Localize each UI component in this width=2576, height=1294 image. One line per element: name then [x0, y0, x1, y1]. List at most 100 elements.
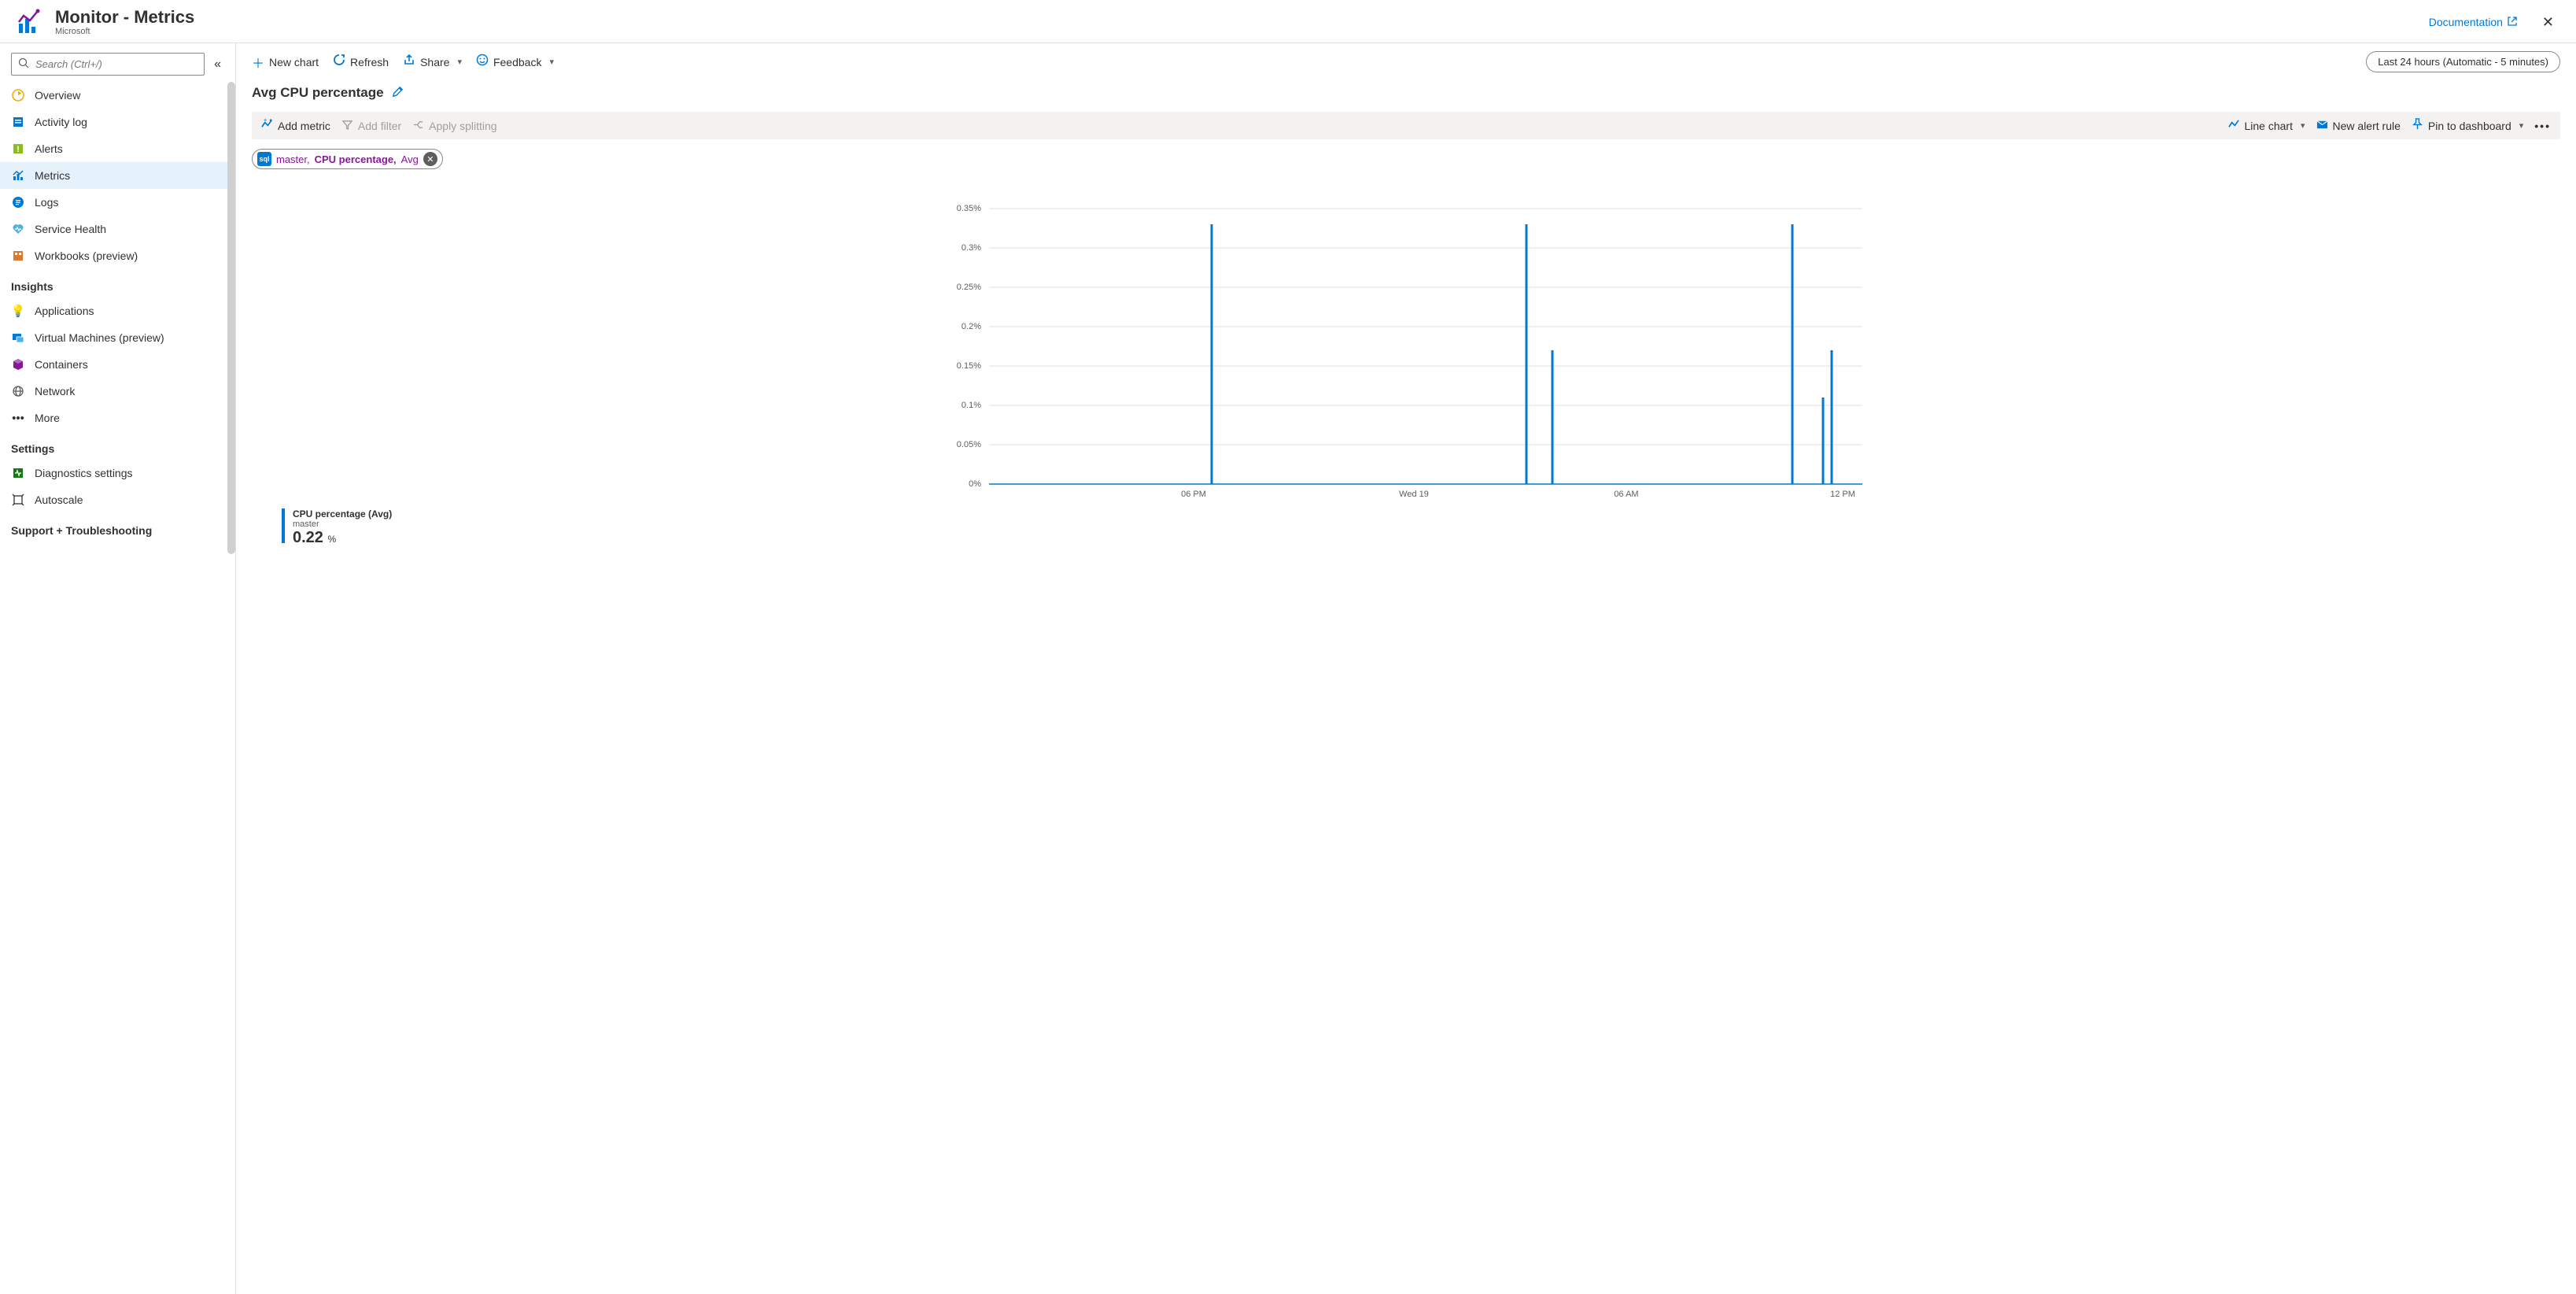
section-settings: Settings — [0, 431, 235, 460]
vm-icon — [11, 331, 25, 345]
add-metric-icon: + — [261, 118, 273, 133]
nav-virtual-machines[interactable]: Virtual Machines (preview) — [0, 324, 235, 351]
alerts-icon: ! — [11, 142, 25, 156]
page-subtitle: Microsoft — [55, 27, 194, 36]
nav-alerts[interactable]: ! Alerts — [0, 135, 235, 162]
search-input-wrapper[interactable] — [11, 53, 205, 76]
health-icon — [11, 222, 25, 236]
svg-text:0.15%: 0.15% — [957, 361, 981, 371]
time-range-picker[interactable]: Last 24 hours (Automatic - 5 minutes) — [2366, 51, 2560, 72]
svg-text:12 PM: 12 PM — [1830, 490, 1855, 498]
chart: 0.35% 0.3% 0.25% 0.2% 0.15% 0.1% 0.05% 0… — [252, 199, 2560, 501]
chart-svg: 0.35% 0.3% 0.25% 0.2% 0.15% 0.1% 0.05% 0… — [252, 199, 2560, 498]
svg-text:0.05%: 0.05% — [957, 440, 981, 449]
nav-label: Metrics — [35, 169, 70, 182]
svg-text:0.25%: 0.25% — [957, 283, 981, 292]
svg-text:0.35%: 0.35% — [957, 204, 981, 213]
documentation-link[interactable]: Documentation — [2429, 16, 2517, 28]
filter-icon — [341, 119, 353, 133]
metrics-icon — [11, 168, 25, 183]
containers-icon — [11, 357, 25, 372]
search-input[interactable] — [35, 58, 197, 70]
sidebar-scrollbar[interactable] — [227, 82, 235, 554]
autoscale-icon — [11, 493, 25, 507]
search-icon — [18, 57, 29, 71]
toolbar: ＋ New chart Refresh Share — [236, 43, 2576, 80]
workbooks-icon — [11, 249, 25, 263]
nav-service-health[interactable]: Service Health — [0, 216, 235, 242]
svg-text:!: ! — [17, 145, 20, 154]
chip-aggregation: Avg — [401, 153, 419, 165]
pin-dashboard-button[interactable]: Pin to dashboard — [2412, 118, 2523, 133]
chip-metric: CPU percentage, — [315, 153, 397, 165]
svg-text:0.2%: 0.2% — [961, 322, 981, 331]
alert-icon — [2316, 118, 2328, 133]
new-chart-button[interactable]: ＋ New chart — [252, 53, 319, 72]
nav-label: Workbooks (preview) — [35, 250, 138, 262]
legend-series-name: CPU percentage (Avg) — [293, 508, 392, 519]
nav-label: Containers — [35, 358, 88, 371]
nav-metrics[interactable]: Metrics — [0, 162, 235, 189]
legend-value: 0.22 % — [293, 529, 392, 547]
sidebar: « Overview Activity log — [0, 43, 236, 1294]
sql-icon: sql — [257, 152, 271, 166]
nav-network[interactable]: Network — [0, 378, 235, 405]
add-filter-button[interactable]: Add filter — [341, 119, 401, 133]
nav-logs[interactable]: Logs — [0, 189, 235, 216]
line-chart-icon — [2228, 118, 2240, 133]
nav-label: More — [35, 412, 60, 424]
refresh-button[interactable]: Refresh — [333, 54, 389, 70]
legend-resource: master — [293, 519, 392, 529]
chip-remove-button[interactable]: ✕ — [423, 152, 437, 166]
applications-icon: 💡 — [11, 304, 25, 318]
nav-label: Diagnostics settings — [35, 467, 133, 479]
section-support: Support + Troubleshooting — [0, 513, 235, 542]
nav-applications[interactable]: 💡 Applications — [0, 298, 235, 324]
split-icon — [412, 119, 424, 133]
section-insights: Insights — [0, 269, 235, 298]
nav-label: Network — [35, 385, 75, 397]
chart-legend: CPU percentage (Avg) master 0.22 % — [252, 508, 2560, 547]
nav-label: Overview — [35, 89, 80, 102]
svg-text:Wed 19: Wed 19 — [1399, 490, 1429, 498]
nav-label: Applications — [35, 305, 94, 317]
metric-toolbar: + Add metric Add filter A — [252, 112, 2560, 139]
share-button[interactable]: Share — [403, 54, 462, 70]
edit-title-button[interactable] — [392, 86, 404, 101]
nav-autoscale[interactable]: Autoscale — [0, 486, 235, 513]
plus-icon: ＋ — [252, 53, 264, 72]
pin-icon — [2412, 118, 2423, 133]
logs-icon — [11, 195, 25, 209]
nav-label: Logs — [35, 196, 58, 209]
feedback-button[interactable]: Feedback — [476, 54, 554, 70]
activity-icon — [11, 115, 25, 129]
more-icon: ••• — [11, 411, 25, 425]
legend-color-bar — [282, 508, 285, 543]
svg-text:0%: 0% — [969, 479, 981, 489]
nav-activity-log[interactable]: Activity log — [0, 109, 235, 135]
nav-label: Virtual Machines (preview) — [35, 331, 164, 344]
share-icon — [403, 54, 415, 70]
nav-more[interactable]: ••• More — [0, 405, 235, 431]
metric-chip[interactable]: sql master, CPU percentage, Avg ✕ — [252, 149, 443, 169]
new-alert-button[interactable]: New alert rule — [2316, 118, 2401, 133]
svg-text:06 AM: 06 AM — [1614, 490, 1638, 498]
add-metric-button[interactable]: + Add metric — [261, 118, 330, 133]
svg-text:0.1%: 0.1% — [961, 401, 981, 410]
chart-type-dropdown[interactable]: Line chart — [2228, 118, 2305, 133]
nav-diagnostics[interactable]: Diagnostics settings — [0, 460, 235, 486]
ellipsis-icon: ••• — [2534, 120, 2551, 132]
refresh-icon — [333, 54, 345, 70]
overview-icon — [11, 88, 25, 102]
nav-label: Service Health — [35, 223, 106, 235]
collapse-sidebar-button[interactable]: « — [211, 54, 224, 75]
nav-containers[interactable]: Containers — [0, 351, 235, 378]
apply-splitting-button[interactable]: Apply splitting — [412, 119, 496, 133]
svg-text:+: + — [264, 118, 268, 124]
close-button[interactable]: ✕ — [2536, 11, 2560, 34]
nav-workbooks[interactable]: Workbooks (preview) — [0, 242, 235, 269]
chart-title: Avg CPU percentage — [252, 85, 384, 101]
nav-overview[interactable]: Overview — [0, 82, 235, 109]
more-options-button[interactable]: ••• — [2534, 120, 2551, 132]
nav-label: Activity log — [35, 116, 87, 128]
